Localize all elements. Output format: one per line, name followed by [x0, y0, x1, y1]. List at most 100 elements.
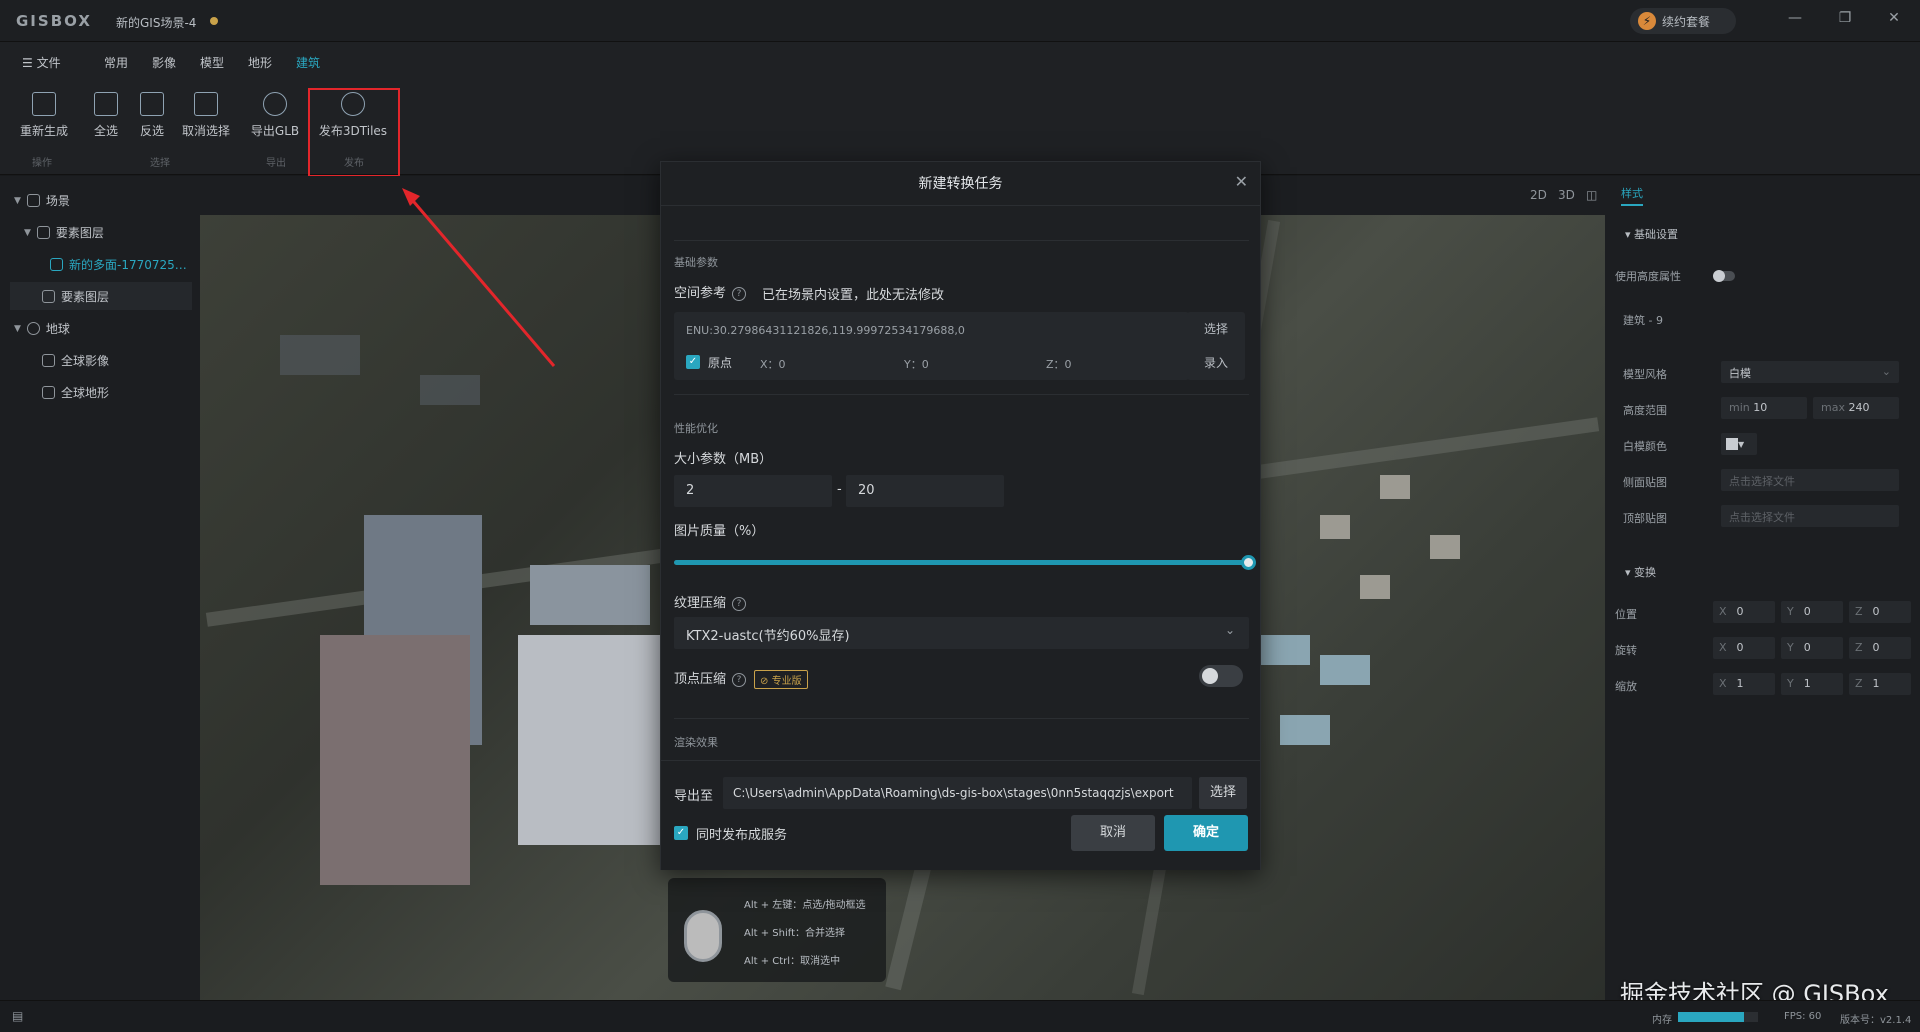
- export-to-label: 导出至: [674, 789, 714, 804]
- texture-compress-label: 纹理压缩?: [674, 592, 747, 611]
- fps-readout: FPS: 60: [1784, 1011, 1822, 1022]
- use-height-attr-label: 使用高度属性: [1615, 270, 1681, 283]
- rotation-z[interactable]: Z0: [1849, 637, 1911, 659]
- scale-z-value: 1: [1872, 677, 1880, 690]
- render-section-header: 渲染效果: [674, 736, 718, 749]
- vertex-compress-text: 顶点压缩: [674, 672, 727, 687]
- height-min-value: 10: [1753, 401, 1768, 414]
- size-max-input[interactable]: 20: [846, 475, 1004, 507]
- document-icon[interactable]: ▤: [12, 1009, 23, 1023]
- spatial-ref-label: 空间参考?: [674, 282, 747, 301]
- help-icon[interactable]: ?: [732, 672, 747, 687]
- img-quality-slider[interactable]: [674, 555, 1256, 570]
- axis-x-label: X: [1719, 641, 1727, 654]
- help-icon[interactable]: ?: [732, 596, 747, 611]
- input-spatial-ref-button[interactable]: 录入: [1187, 346, 1245, 380]
- perf-section-header: 性能优化: [674, 422, 718, 435]
- spatial-ref-text: 空间参考: [674, 286, 727, 301]
- tab-style[interactable]: 样式: [1621, 185, 1643, 206]
- texture-compress-value: KTX2-uastc(节约60%显存): [686, 629, 850, 644]
- close-icon[interactable]: ✕: [1235, 172, 1248, 191]
- rotation-z-value: 0: [1872, 641, 1880, 654]
- scale-x[interactable]: X1: [1713, 673, 1775, 695]
- origin-checkbox[interactable]: ✓: [686, 355, 700, 369]
- slider-handle[interactable]: [1241, 555, 1256, 570]
- top-texture-picker[interactable]: 点击选择文件: [1721, 505, 1899, 527]
- scale-z[interactable]: Z1: [1849, 673, 1911, 695]
- vertex-compress-toggle[interactable]: [1199, 665, 1243, 687]
- axis-x-label: X: [1719, 677, 1727, 690]
- layer-name: 建筑 - 9: [1623, 314, 1663, 327]
- axis-z-label: Z: [1855, 605, 1863, 618]
- dialog-title: 新建转换任务: [661, 162, 1260, 206]
- texture-compress-text: 纹理压缩: [674, 596, 727, 611]
- properties-panel: 样式 ▾ 基础设置 使用高度属性 建筑 - 9 模型风格 白模 ⌄ 高度范围 mi…: [1605, 176, 1920, 1000]
- help-icon[interactable]: ?: [732, 286, 747, 301]
- position-x[interactable]: X0: [1713, 601, 1775, 623]
- min-label: min: [1729, 401, 1750, 414]
- origin-x: X：0: [760, 358, 786, 371]
- side-texture-label: 侧面贴图: [1623, 476, 1667, 489]
- model-style-select[interactable]: 白模 ⌄: [1721, 361, 1899, 383]
- scale-y[interactable]: Y1: [1781, 673, 1843, 695]
- height-min-input[interactable]: min 10: [1721, 397, 1807, 419]
- position-y[interactable]: Y0: [1781, 601, 1843, 623]
- height-range-label: 高度范围: [1623, 404, 1667, 417]
- enu-value: ENU:30.27986431121826,119.99972534179688…: [686, 324, 965, 337]
- scale-x-value: 1: [1736, 677, 1744, 690]
- use-height-attr-toggle[interactable]: [1713, 270, 1735, 282]
- scale-y-value: 1: [1803, 677, 1811, 690]
- select-spatial-ref-button[interactable]: 选择: [1187, 312, 1245, 346]
- basic-settings-header[interactable]: ▾ 基础设置: [1625, 226, 1678, 242]
- rotation-label: 旋转: [1615, 644, 1637, 657]
- slider-fill: [674, 560, 1249, 565]
- divider: [674, 240, 1249, 241]
- height-max-input[interactable]: max 240: [1813, 397, 1899, 419]
- spatial-ref-actions: 选择 录入: [1187, 312, 1245, 380]
- dialog-footer: 导出至 C:\Users\admin\AppData\Roaming\ds-gi…: [661, 760, 1260, 870]
- rotation-y[interactable]: Y0: [1781, 637, 1843, 659]
- side-texture-picker[interactable]: 点击选择文件: [1721, 469, 1899, 491]
- convert-task-dialog: 新建转换任务 ✕ 基础参数 空间参考? 已在场景内设置，此处无法修改 ENU:3…: [660, 161, 1261, 870]
- hint-left-click: Alt + 左键：点选/拖动框选: [744, 900, 866, 911]
- height-max-value: 240: [1848, 401, 1870, 414]
- size-separator: -: [837, 482, 842, 497]
- rotation-x[interactable]: X0: [1713, 637, 1775, 659]
- divider: [674, 718, 1249, 719]
- origin-label: 原点: [708, 356, 733, 370]
- divider: [674, 394, 1249, 395]
- axis-y-label: Y: [1787, 677, 1794, 690]
- position-z[interactable]: Z0: [1849, 601, 1911, 623]
- memory-bar-fill: [1678, 1012, 1744, 1022]
- memory-label: 内存: [1652, 1015, 1672, 1026]
- export-select-button[interactable]: 选择: [1199, 777, 1247, 809]
- texture-compress-select[interactable]: KTX2-uastc(节约60%显存) ⌄: [674, 617, 1249, 649]
- basic-params-header: 基础参数: [674, 256, 718, 269]
- caret-down-icon: ▼: [1738, 440, 1745, 449]
- publish-service-checkbox[interactable]: ✓: [674, 826, 688, 840]
- confirm-button[interactable]: 确定: [1164, 815, 1248, 851]
- cancel-button[interactable]: 取消: [1071, 815, 1155, 851]
- vertex-compress-label: 顶点压缩? ⊘ 专业版: [674, 668, 808, 689]
- version-label: 版本号：v2.1.4: [1840, 1015, 1912, 1026]
- mouse-hints-panel: Alt + 左键：点选/拖动框选 Alt + Shift：合并选择 Alt + …: [668, 878, 886, 982]
- spatial-ref-box: ENU:30.27986431121826,119.99972534179688…: [674, 312, 1189, 380]
- chevron-down-icon: ⌄: [1881, 365, 1891, 378]
- top-texture-label: 顶部贴图: [1623, 512, 1667, 525]
- axis-x-label: X: [1719, 605, 1727, 618]
- status-bar: ▤ 内存 FPS: 60 版本号：v2.1.4: [0, 1000, 1920, 1032]
- position-label: 位置: [1615, 608, 1637, 621]
- origin-z: Z：0: [1046, 358, 1072, 371]
- hint-ctrl: Alt + Ctrl：取消选中: [744, 956, 841, 967]
- size-min-input[interactable]: 2: [674, 475, 832, 507]
- hint-shift: Alt + Shift：合并选择: [744, 928, 846, 939]
- axis-z-label: Z: [1855, 677, 1863, 690]
- position-x-value: 0: [1736, 605, 1744, 618]
- position-y-value: 0: [1803, 605, 1811, 618]
- white-color-picker[interactable]: ▼: [1721, 433, 1757, 455]
- basic-settings-label: 基础设置: [1634, 228, 1679, 241]
- size-param-label: 大小参数（MB）: [674, 452, 773, 467]
- export-path-input[interactable]: C:\Users\admin\AppData\Roaming\ds-gis-bo…: [723, 777, 1192, 809]
- origin-y: Y：0: [904, 358, 929, 371]
- transform-header[interactable]: ▾ 变换: [1625, 564, 1656, 580]
